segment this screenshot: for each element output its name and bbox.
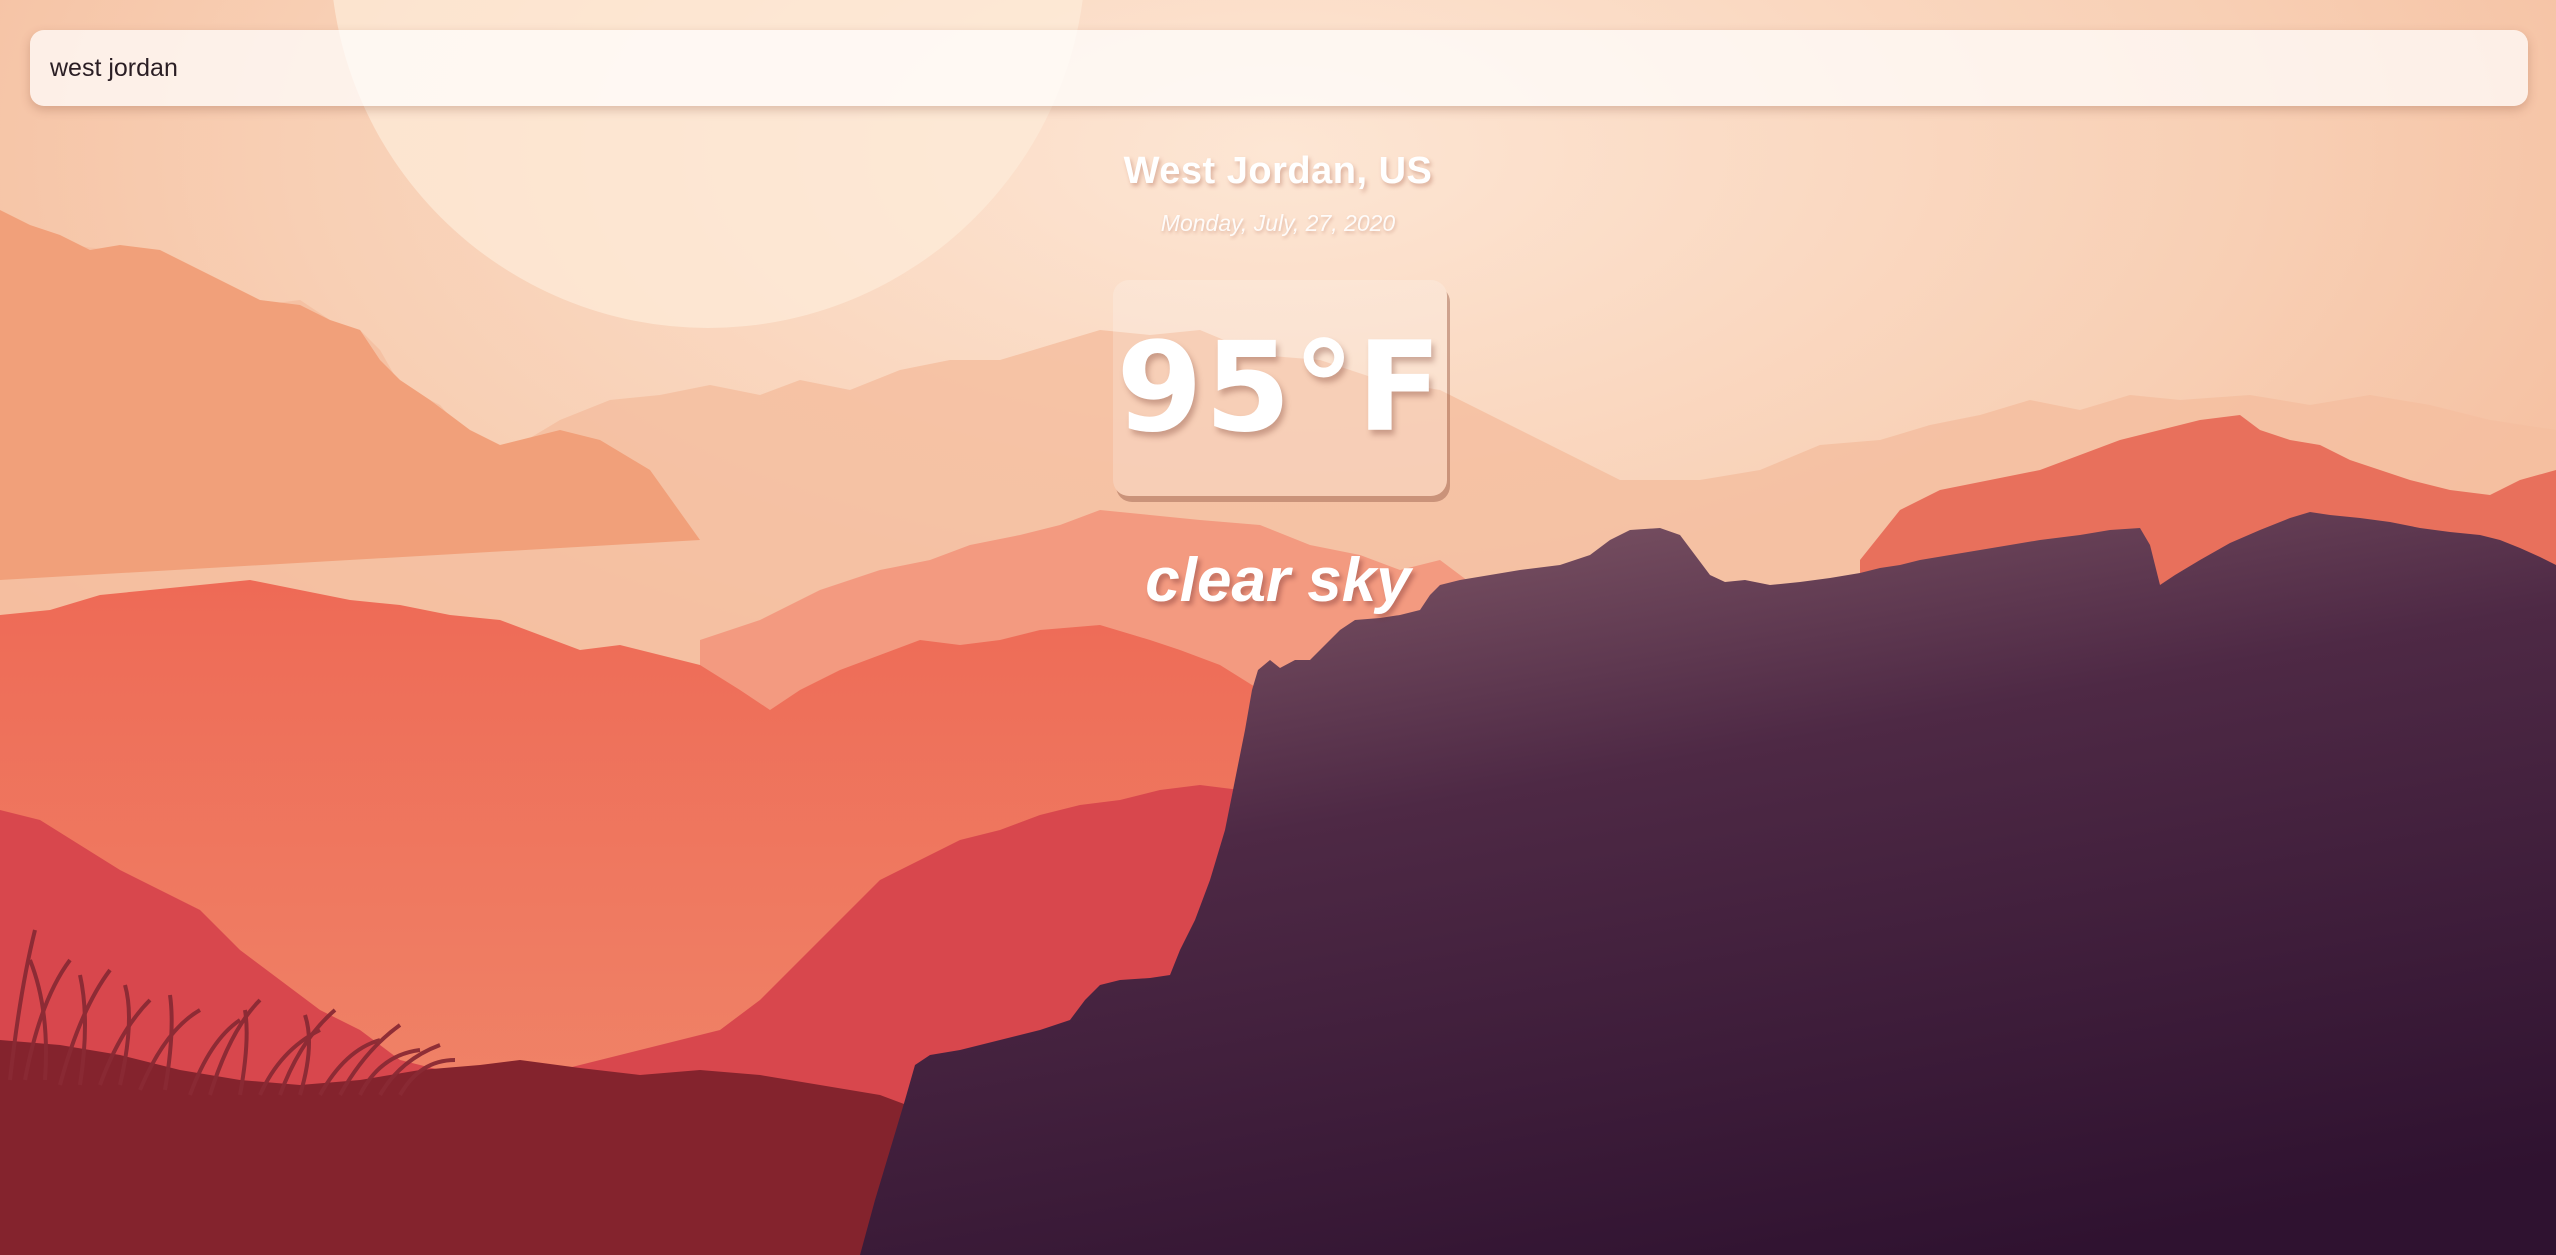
weather-condition: clear sky bbox=[1145, 546, 1411, 615]
location-title: West Jordan, US bbox=[1123, 150, 1433, 192]
search-input[interactable] bbox=[30, 30, 2528, 106]
date-label: Monday, July, 27, 2020 bbox=[1160, 210, 1396, 236]
weather-app: West Jordan, US Monday, July, 27, 2020 9… bbox=[0, 0, 2556, 1255]
search-bar[interactable] bbox=[30, 30, 2528, 106]
temperature-card: 95°F bbox=[1113, 280, 1447, 496]
temperature-value: 95°F bbox=[1116, 316, 1444, 460]
